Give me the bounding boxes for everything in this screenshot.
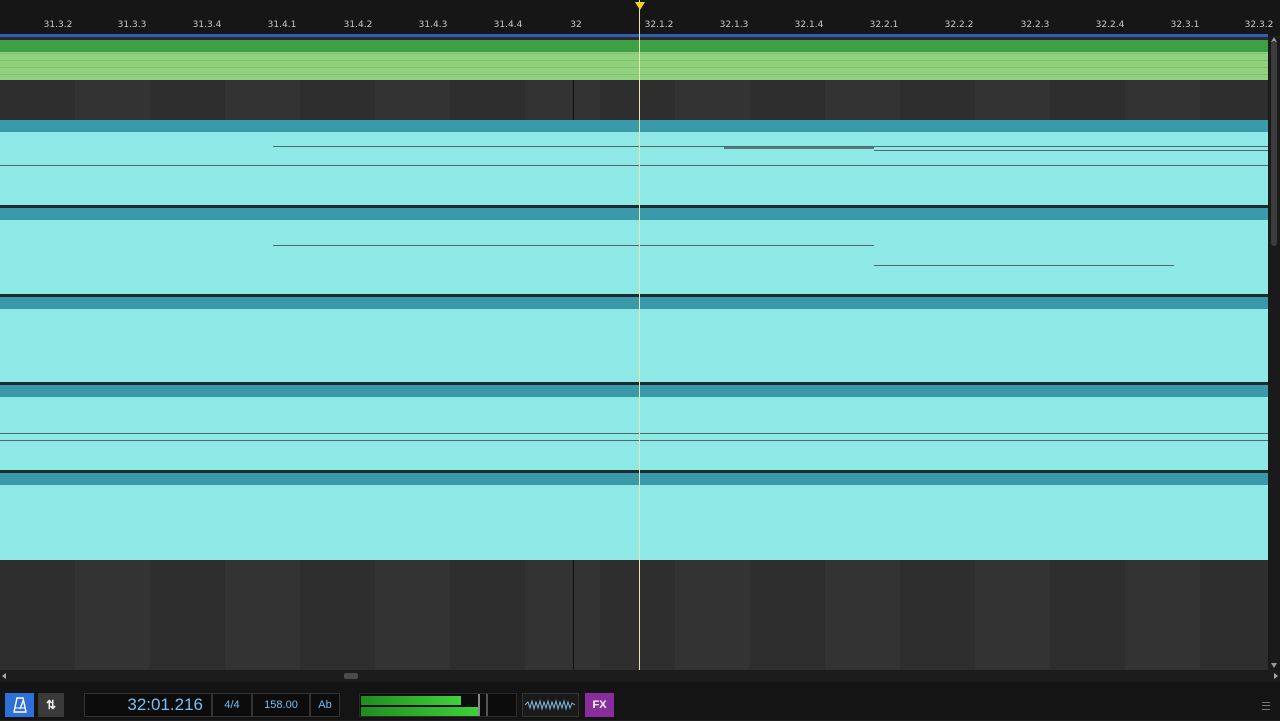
metronome-icon [12,697,27,713]
waveform-icon [524,699,576,711]
ruler-tick: 32.2.4 [1095,20,1125,30]
ruler-tick: 32.2.2 [944,20,974,30]
vertical-scrollbar[interactable] [1268,37,1280,670]
empty-track-row[interactable] [0,80,1268,120]
midi-clip-lane-4[interactable] [0,385,1268,473]
midi-note[interactable] [724,147,874,149]
ruler-tick: 31.4.3 [418,20,448,30]
midi-note[interactable] [874,150,1268,151]
time-signature-display[interactable]: 4/4 [212,693,252,717]
midi-note[interactable] [0,433,1268,434]
ruler-tick: 32.1.2 [644,20,674,30]
transport-bar: ⇅ 32:01.216 4/4 158.00 Ab FX [0,682,1280,720]
midi-note[interactable] [874,265,1174,266]
scroll-left-icon[interactable] [2,673,6,679]
menu-icon[interactable] [1262,702,1270,710]
ruler-tick: 31.4.2 [343,20,373,30]
midi-note[interactable] [273,245,874,246]
fx-button[interactable]: FX [585,693,614,717]
ruler-tick: 32 [570,20,582,30]
vertical-scroll-thumb[interactable] [1271,41,1277,246]
metronome-button[interactable] [5,693,34,717]
ruler-tick: 31.3.4 [192,20,222,30]
ruler-tick: 32.3.2 [1244,20,1274,30]
clip-header[interactable] [0,385,1268,397]
clip-header[interactable] [0,120,1268,132]
ruler-tick: 32.3.1 [1170,20,1200,30]
meter-bar-right [361,707,480,716]
clip-header[interactable] [0,208,1268,220]
midi-clip-lane-3[interactable] [0,297,1268,385]
clip-header[interactable] [0,297,1268,309]
arrange-view[interactable] [0,37,1268,670]
ruler-tick: 31.3.3 [117,20,147,30]
horizontal-scrollbar[interactable] [0,670,1280,682]
output-level-meter [359,693,517,717]
ruler-tick: 32.2.1 [869,20,899,30]
waveform-button[interactable] [522,693,579,717]
midi-clip-lane-1[interactable] [0,120,1268,208]
playhead-line[interactable] [639,0,640,670]
bar-line [573,560,574,670]
scroll-right-icon[interactable] [1274,673,1278,679]
midi-clip-lane-5[interactable] [0,473,1268,560]
time-display[interactable]: 32:01.216 [84,693,212,717]
empty-track-area[interactable] [0,560,1268,670]
ruler-tick: 31.4.1 [267,20,297,30]
arrow-up-down-icon: ⇅ [45,698,57,712]
playhead-marker-icon[interactable] [635,2,645,10]
arrange-toggle-button[interactable]: ⇅ [38,693,64,717]
scroll-down-icon[interactable] [1271,663,1277,668]
audio-clip-green[interactable] [0,40,1268,80]
clip-header[interactable] [0,40,1268,52]
ruler-tick: 31.3.2 [43,20,73,30]
meter-bar-left [361,696,461,705]
midi-clip-lane-2[interactable] [0,208,1268,297]
bar-line [573,80,574,120]
key-display[interactable]: Ab [310,693,340,717]
tempo-display[interactable]: 158.00 [252,693,310,717]
ruler-tick: 31.4.4 [493,20,523,30]
clip-header[interactable] [0,473,1268,485]
ruler-tick: 32.1.4 [794,20,824,30]
horizontal-scroll-thumb[interactable] [344,673,358,679]
meter-peak-marker [478,694,480,716]
ruler-tick: 32.1.3 [719,20,749,30]
meter-divider [486,694,488,716]
midi-note[interactable] [0,440,1268,441]
ruler-tick: 32.2.3 [1020,20,1050,30]
midi-note[interactable] [0,165,1268,166]
